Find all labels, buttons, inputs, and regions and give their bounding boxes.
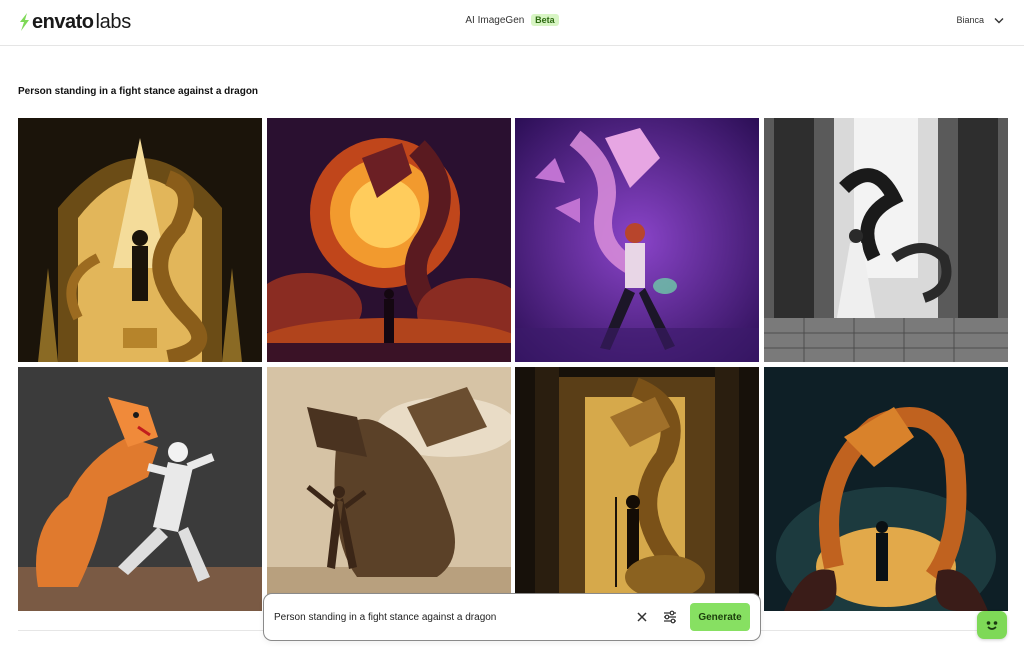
chevron-down-icon xyxy=(994,17,1004,23)
generated-image-art xyxy=(18,118,262,362)
generate-button[interactable]: Generate xyxy=(690,603,750,631)
smiley-bot-icon xyxy=(986,621,998,630)
prompt-input[interactable] xyxy=(274,611,624,623)
clear-button[interactable] xyxy=(632,607,652,627)
generated-image-art xyxy=(763,118,1008,362)
chatbot-button[interactable] xyxy=(977,611,1007,639)
prompt-bar: Generate xyxy=(263,593,761,641)
generated-image-7[interactable] xyxy=(515,367,760,611)
generated-image-2[interactable] xyxy=(266,118,511,362)
image-grid xyxy=(18,118,1008,611)
settings-button[interactable] xyxy=(660,607,680,627)
prompt-heading: Person standing in a fight stance agains… xyxy=(18,86,259,97)
app-title: AI ImageGen xyxy=(465,15,525,26)
generated-image-5[interactable] xyxy=(18,367,262,611)
top-header: envato labs AI ImageGen Beta Bianca xyxy=(0,0,1024,46)
user-menu[interactable]: Bianca xyxy=(956,15,1004,25)
beta-badge: Beta xyxy=(531,14,559,26)
generated-image-3[interactable] xyxy=(515,118,760,362)
app-title-group: AI ImageGen Beta xyxy=(0,14,1024,26)
generated-image-art xyxy=(763,367,1008,611)
generated-image-4[interactable] xyxy=(763,118,1008,362)
generated-image-art xyxy=(515,367,760,611)
generated-image-6[interactable] xyxy=(266,367,511,611)
generated-image-art xyxy=(266,367,511,611)
generated-image-art xyxy=(266,118,511,362)
generated-image-1[interactable] xyxy=(18,118,262,362)
user-name: Bianca xyxy=(956,15,984,25)
sliders-icon xyxy=(664,610,676,624)
generated-image-8[interactable] xyxy=(763,367,1008,611)
close-icon xyxy=(637,612,647,622)
generated-image-art xyxy=(515,118,760,362)
generated-image-art xyxy=(18,367,262,611)
